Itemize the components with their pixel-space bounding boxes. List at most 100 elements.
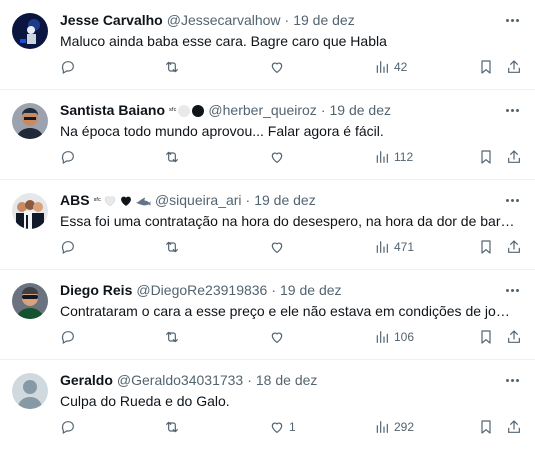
timestamp[interactable]: 18 de dez: [256, 371, 318, 390]
avatar[interactable]: [12, 283, 48, 319]
reply-button[interactable]: [60, 327, 76, 347]
view-count: 42: [394, 60, 408, 74]
white-circle-icon: [178, 104, 191, 117]
bookmark-button[interactable]: [478, 417, 494, 437]
retweet-icon: [166, 61, 178, 73]
retweet-button[interactable]: [164, 57, 180, 77]
tweet-header: Geraldo @Geraldo34031733 · 18 de dez: [60, 371, 495, 390]
user-handle[interactable]: @DiegoRe23919836: [136, 281, 267, 300]
avatar[interactable]: [12, 193, 48, 229]
avatar-image: [12, 13, 48, 49]
user-handle[interactable]: @herber_queiroz: [208, 101, 316, 120]
reply-button[interactable]: [60, 417, 76, 437]
avatar[interactable]: [12, 13, 48, 49]
like-button[interactable]: [269, 147, 289, 167]
tweet-actions: 112: [0, 147, 535, 167]
retweet-button[interactable]: [164, 237, 180, 257]
tweet-header: Jesse Carvalho @Jessecarvalhow · 19 de d…: [60, 11, 495, 30]
bookmark-icon: [481, 330, 491, 344]
retweet-button[interactable]: [164, 327, 180, 347]
views-button[interactable]: 471: [374, 237, 414, 257]
views-icon: [376, 61, 388, 73]
share-button[interactable]: [506, 237, 522, 257]
share-button[interactable]: [506, 147, 522, 167]
avatar-image: [12, 193, 48, 229]
tweet-header: ABS ˢᶠᶜ @siqueira_ari · 19 de dez: [60, 191, 495, 210]
tweet-actions: 42: [0, 57, 535, 77]
emoji-text: ˢᶠᶜ: [169, 106, 177, 115]
tweet[interactable]: ABS ˢᶠᶜ @siqueira_ari · 19 de dez Essa f…: [0, 180, 535, 270]
share-icon: [508, 240, 520, 253]
share-icon: [508, 330, 520, 343]
user-handle[interactable]: @Jessecarvalhow: [167, 11, 281, 30]
display-name[interactable]: Diego Reis: [60, 281, 132, 300]
share-icon: [508, 420, 520, 433]
tweet[interactable]: Jesse Carvalho @Jessecarvalhow · 19 de d…: [0, 0, 535, 90]
bookmark-button[interactable]: [478, 237, 494, 257]
views-button[interactable]: 106: [374, 327, 414, 347]
emoji-text: ˢᶠᶜ: [93, 196, 101, 205]
like-button[interactable]: 1: [269, 417, 296, 437]
reply-button[interactable]: [60, 147, 76, 167]
avatar[interactable]: [12, 103, 48, 139]
name-emoji: ˢᶠᶜ: [169, 101, 205, 120]
retweet-button[interactable]: [164, 417, 180, 437]
display-name[interactable]: Geraldo: [60, 371, 113, 390]
bookmark-button[interactable]: [478, 57, 494, 77]
avatar[interactable]: [12, 373, 48, 409]
black-circle-icon: [192, 104, 205, 117]
bookmark-icon: [481, 150, 491, 164]
like-count: 1: [289, 420, 296, 434]
black-heart-icon: [121, 196, 131, 206]
reply-icon: [61, 331, 74, 345]
tweet-actions: 471: [0, 237, 535, 257]
timestamp[interactable]: 19 de dez: [329, 101, 391, 120]
more-options-icon[interactable]: [503, 283, 521, 297]
tweet[interactable]: Santista Baiano ˢᶠᶜ @herber_queiroz · 19…: [0, 90, 535, 180]
views-button[interactable]: 112: [374, 147, 413, 167]
share-button[interactable]: [506, 417, 522, 437]
reply-button[interactable]: [60, 237, 76, 257]
more-options-icon[interactable]: [503, 373, 521, 387]
reply-feed: Jesse Carvalho @Jessecarvalhow · 19 de d…: [0, 0, 535, 450]
reply-button[interactable]: [60, 57, 76, 77]
view-count: 106: [394, 330, 415, 344]
more-options-icon[interactable]: [503, 13, 521, 27]
heart-icon: [271, 62, 283, 73]
display-name[interactable]: Santista Baiano: [60, 101, 165, 120]
tweet[interactable]: Geraldo @Geraldo34031733 · 18 de dez Cul…: [0, 360, 535, 450]
tweet-text: Culpa do Rueda e do Galo.: [60, 393, 230, 409]
share-button[interactable]: [506, 327, 522, 347]
tweet[interactable]: Diego Reis @DiegoRe23919836 · 19 de dez …: [0, 270, 535, 360]
view-count: 292: [394, 420, 415, 434]
more-options-icon[interactable]: [503, 193, 521, 207]
more-options-icon[interactable]: [503, 103, 521, 117]
views-button[interactable]: 292: [374, 417, 414, 437]
bookmark-button[interactable]: [478, 147, 494, 167]
heart-icon: [271, 242, 283, 253]
like-button[interactable]: [269, 327, 289, 347]
tweet-text: Essa foi uma contratação na hora do dese…: [60, 213, 517, 229]
separator: ·: [245, 192, 251, 208]
like-button[interactable]: [269, 237, 289, 257]
user-handle[interactable]: @Geraldo34031733: [117, 371, 243, 390]
timestamp[interactable]: 19 de dez: [280, 281, 342, 300]
timestamp[interactable]: 19 de dez: [254, 191, 316, 210]
views-icon: [376, 241, 388, 253]
retweet-icon: [166, 331, 178, 343]
timestamp[interactable]: 19 de dez: [293, 11, 355, 30]
retweet-icon: [166, 241, 178, 253]
like-button[interactable]: [269, 57, 289, 77]
separator: ·: [284, 12, 290, 28]
retweet-button[interactable]: [164, 147, 180, 167]
display-name[interactable]: ABS: [60, 191, 90, 210]
views-button[interactable]: 42: [374, 57, 407, 77]
user-handle[interactable]: @siqueira_ari: [155, 191, 242, 210]
avatar-image: [12, 103, 48, 139]
share-icon: [508, 60, 520, 73]
heart-icon: [271, 422, 283, 433]
bookmark-button[interactable]: [478, 327, 494, 347]
share-button[interactable]: [506, 57, 522, 77]
display-name[interactable]: Jesse Carvalho: [60, 11, 163, 30]
separator: ·: [320, 102, 326, 118]
